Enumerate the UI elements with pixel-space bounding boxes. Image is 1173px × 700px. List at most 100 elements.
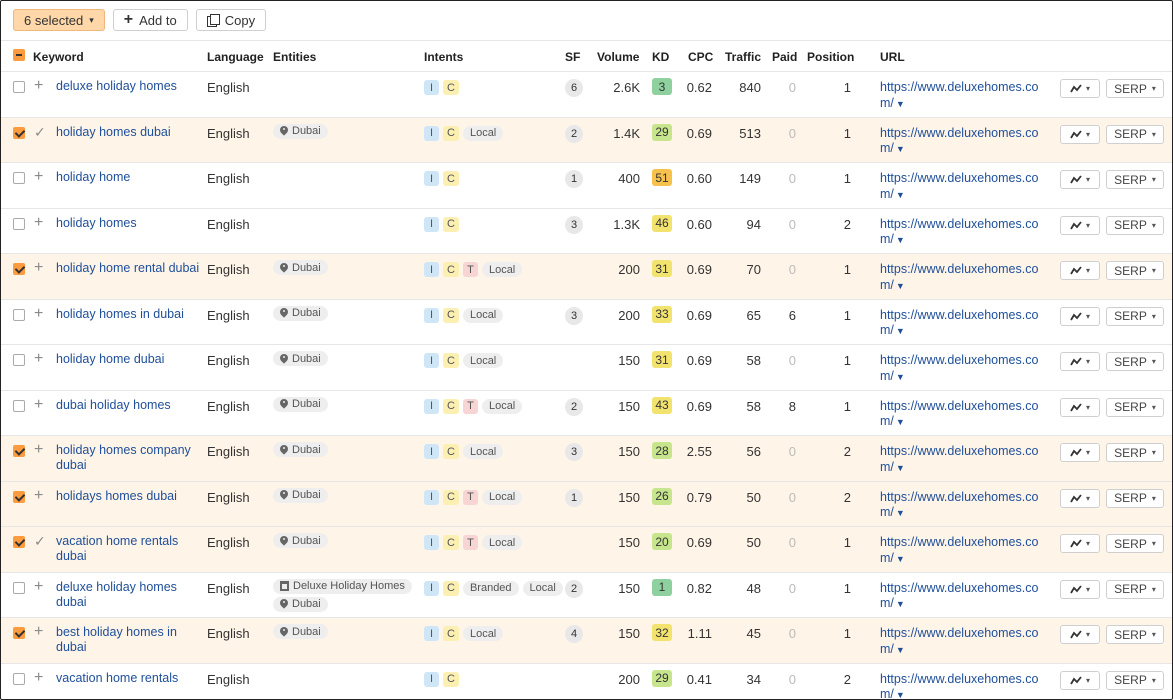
keyword-link[interactable]: deluxe holiday homes: [56, 79, 201, 94]
keyword-link[interactable]: holiday home dubai: [56, 352, 201, 367]
serp-button[interactable]: SERP ▾: [1106, 579, 1164, 599]
row-checkbox[interactable]: [13, 308, 25, 321]
url-link[interactable]: https://www.deluxehomes.com/▼: [880, 171, 1050, 203]
entity-chip[interactable]: Dubai: [273, 260, 328, 275]
row-checkbox[interactable]: [13, 672, 25, 685]
serp-features-count[interactable]: 1: [565, 488, 583, 507]
url-link[interactable]: https://www.deluxehomes.com/▼: [880, 80, 1050, 112]
keyword-link[interactable]: dubai holiday homes: [56, 398, 201, 413]
plus-icon[interactable]: +: [34, 350, 48, 368]
select-all-checkbox[interactable]: [13, 49, 25, 61]
entity-chip[interactable]: Dubai: [273, 351, 328, 366]
serp-features-count[interactable]: 2: [565, 579, 583, 598]
url-link[interactable]: https://www.deluxehomes.com/▼: [880, 399, 1050, 431]
chevron-down-icon[interactable]: ▼: [896, 690, 905, 699]
chevron-down-icon[interactable]: ▼: [896, 372, 905, 382]
entity-chip[interactable]: Dubai: [273, 624, 328, 639]
row-checkbox[interactable]: [13, 172, 25, 184]
keyword-link[interactable]: holiday homes company dubai: [56, 443, 201, 473]
serp-button[interactable]: SERP ▾: [1106, 488, 1164, 508]
url-link[interactable]: https://www.deluxehomes.com/▼: [880, 126, 1050, 158]
chevron-down-icon[interactable]: ▼: [896, 281, 905, 291]
url-link[interactable]: https://www.deluxehomes.com/▼: [880, 626, 1050, 658]
row-checkbox[interactable]: [13, 263, 25, 275]
trend-button[interactable]: ▾: [1060, 79, 1100, 98]
serp-button[interactable]: SERP ▾: [1106, 261, 1164, 280]
column-header-volume[interactable]: Volume: [597, 50, 639, 64]
chevron-down-icon[interactable]: ▼: [896, 554, 905, 564]
trend-button[interactable]: ▾: [1060, 261, 1100, 280]
plus-icon[interactable]: +: [34, 214, 48, 232]
keyword-link[interactable]: holiday home: [56, 170, 201, 185]
row-checkbox[interactable]: [13, 490, 25, 503]
row-checkbox[interactable]: [13, 627, 25, 639]
column-header-intents[interactable]: Intents: [424, 50, 463, 64]
entity-chip[interactable]: Dubai: [273, 533, 328, 548]
copy-button[interactable]: Copy: [195, 9, 267, 31]
chevron-down-icon[interactable]: ▼: [896, 508, 905, 518]
column-header-kd[interactable]: KD: [652, 50, 669, 64]
trend-button[interactable]: ▾: [1060, 215, 1100, 235]
url-link[interactable]: https://www.deluxehomes.com/▼: [880, 262, 1050, 294]
plus-icon[interactable]: +: [34, 441, 48, 459]
entity-chip[interactable]: Dubai: [273, 396, 328, 412]
entity-chip[interactable]: Dubai: [273, 123, 328, 139]
keyword-link[interactable]: holiday homes: [56, 216, 201, 231]
chevron-down-icon[interactable]: ▼: [896, 645, 905, 655]
url-link[interactable]: https://www.deluxehomes.com/▼: [880, 535, 1050, 567]
serp-button[interactable]: SERP ▾: [1106, 397, 1164, 417]
keyword-link[interactable]: holiday homes dubai: [56, 125, 201, 140]
column-header-position[interactable]: Position: [807, 50, 854, 64]
plus-icon[interactable]: +: [34, 396, 48, 414]
serp-features-count[interactable]: 3: [565, 306, 583, 325]
serp-features-count[interactable]: 6: [565, 79, 583, 97]
entity-chip[interactable]: Dubai: [273, 487, 328, 503]
serp-button[interactable]: SERP ▾: [1106, 352, 1164, 371]
chevron-down-icon[interactable]: ▼: [896, 463, 905, 473]
trend-button[interactable]: ▾: [1060, 534, 1100, 553]
column-header-traffic[interactable]: Traffic: [725, 50, 761, 64]
url-link[interactable]: https://www.deluxehomes.com/▼: [880, 308, 1050, 340]
selected-count-button[interactable]: 6 selected ▾: [13, 9, 105, 31]
serp-button[interactable]: SERP ▾: [1106, 625, 1164, 644]
trend-button[interactable]: ▾: [1060, 352, 1100, 371]
entity-chip[interactable]: Deluxe Holiday Homes: [273, 578, 412, 594]
chevron-down-icon[interactable]: ▼: [896, 99, 905, 109]
plus-icon[interactable]: +: [34, 669, 48, 687]
row-checkbox[interactable]: [13, 399, 25, 412]
serp-features-count[interactable]: 4: [565, 625, 583, 643]
check-icon[interactable]: ✓: [34, 533, 48, 550]
serp-features-count[interactable]: 2: [565, 397, 583, 416]
column-header-sf[interactable]: SF: [565, 50, 580, 64]
url-link[interactable]: https://www.deluxehomes.com/▼: [880, 490, 1050, 522]
add-to-button[interactable]: + Add to: [112, 9, 188, 31]
plus-icon[interactable]: +: [34, 305, 48, 323]
plus-icon[interactable]: +: [34, 259, 48, 277]
serp-button[interactable]: SERP ▾: [1106, 170, 1164, 189]
keyword-link[interactable]: vacation home rentals: [56, 671, 201, 686]
url-link[interactable]: https://www.deluxehomes.com/▼: [880, 444, 1050, 476]
entity-chip[interactable]: Dubai: [273, 442, 328, 457]
url-link[interactable]: https://www.deluxehomes.com/▼: [880, 672, 1050, 700]
check-icon[interactable]: ✓: [34, 124, 48, 141]
trend-button[interactable]: ▾: [1060, 306, 1100, 326]
keyword-link[interactable]: holidays homes dubai: [56, 489, 201, 504]
keyword-link[interactable]: holiday home rental dubai: [56, 261, 201, 276]
keyword-link[interactable]: best holiday homes in dubai: [56, 625, 201, 655]
trend-button[interactable]: ▾: [1060, 124, 1100, 144]
row-checkbox[interactable]: [13, 581, 25, 594]
trend-button[interactable]: ▾: [1060, 670, 1100, 690]
serp-button[interactable]: SERP ▾: [1106, 534, 1164, 553]
chevron-down-icon[interactable]: ▼: [896, 235, 905, 245]
plus-icon[interactable]: +: [34, 77, 48, 95]
chevron-down-icon[interactable]: ▼: [896, 417, 905, 427]
column-header-cpc[interactable]: CPC: [688, 50, 713, 64]
row-checkbox[interactable]: [13, 445, 25, 457]
column-header-keyword[interactable]: Keyword: [33, 50, 84, 64]
url-link[interactable]: https://www.deluxehomes.com/▼: [880, 581, 1050, 613]
entity-chip[interactable]: Dubai: [273, 596, 328, 612]
keyword-link[interactable]: deluxe holiday homes dubai: [56, 580, 201, 610]
column-header-url[interactable]: URL: [880, 50, 905, 64]
serp-features-count[interactable]: 1: [565, 170, 583, 188]
column-header-paid[interactable]: Paid: [772, 50, 797, 64]
